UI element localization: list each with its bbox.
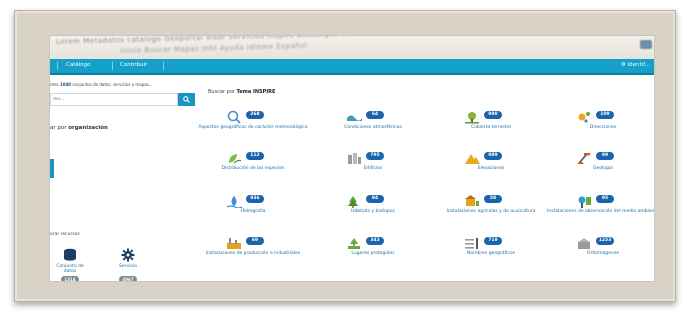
category-label: Edificios xyxy=(363,166,383,171)
category-label: Hidrografía xyxy=(240,209,266,214)
nav-separator xyxy=(57,62,58,70)
category-count-badge: 1253 xyxy=(596,237,614,245)
resource-count-badge: 1314 xyxy=(61,276,79,281)
category-label: Instalaciones agrícolas y de acuicultura xyxy=(446,209,536,214)
atmospheric-conditions-icon xyxy=(345,109,363,123)
resource-count-badge: 4967 xyxy=(119,276,137,281)
inspire-category[interactable]: 112 Distribución de las especies xyxy=(193,150,313,190)
count-prefix: ntes xyxy=(50,82,60,87)
nav-item-catalogo[interactable]: Catálogo xyxy=(66,62,91,68)
agricultural-facilities-icon xyxy=(463,193,481,207)
habitats-icon xyxy=(345,193,363,208)
category-label: Ortoimágenes xyxy=(587,251,619,256)
resources-heading: orar recursos xyxy=(50,232,80,237)
category-label: Instalaciones de producción e industrial… xyxy=(205,251,301,256)
heading-prefix: Buscar por xyxy=(208,89,237,95)
category-label: Distribución de las especies xyxy=(221,166,285,171)
category-count-badge: 989 xyxy=(484,152,502,160)
header-badge xyxy=(640,40,652,49)
organization-tab[interactable] xyxy=(50,159,54,178)
inspire-category[interactable]: 64 Condiciones atmosféricas xyxy=(313,109,433,149)
count-value: 1040 xyxy=(59,82,72,87)
resource-dataset[interactable]: Conjunto de datos 1314 xyxy=(50,248,90,281)
category-label: Hábitats y biotopos xyxy=(351,209,395,214)
category-count-badge: 268 xyxy=(246,111,264,119)
inspire-category[interactable]: 95 Instalaciones de observación del medio… xyxy=(543,193,654,233)
search-input[interactable] xyxy=(50,93,178,106)
database-icon xyxy=(64,248,76,261)
category-count-badge: 795 xyxy=(366,152,384,160)
resource-label-2: datos xyxy=(63,269,77,274)
inspire-category[interactable]: 719 Nombres geográficos xyxy=(431,235,551,275)
resource-label: Servicio xyxy=(119,264,137,269)
inspire-category[interactable]: 998 Cubierta terrestre xyxy=(431,109,551,149)
hydrography-icon xyxy=(225,193,243,209)
resource-service[interactable]: Servicio 4967 xyxy=(110,248,146,281)
category-count-badge: 936 xyxy=(246,195,264,203)
category-count-badge: 719 xyxy=(484,237,502,245)
nav-separator xyxy=(163,62,164,70)
orthoimagery-icon xyxy=(575,235,593,249)
buildings-icon xyxy=(345,150,363,164)
inspire-category[interactable]: 343 Lugares protegidos xyxy=(313,235,433,275)
gear-icon xyxy=(121,248,135,262)
elevation-icon xyxy=(463,150,481,164)
species-distribution-icon xyxy=(225,150,243,164)
inspire-category[interactable]: 795 Edificios xyxy=(313,150,433,190)
org-prefix: ar por xyxy=(50,125,69,131)
category-label: Direcciones xyxy=(589,125,617,130)
left-column: ntes 1040 conjuntos de datos, servicios … xyxy=(50,73,198,281)
category-count-badge: 58 xyxy=(484,195,502,203)
category-count-badge: 99 xyxy=(596,152,614,160)
category-label: Nombres geográficos xyxy=(467,251,515,256)
nav-item-contribuir[interactable]: Contribuir xyxy=(120,62,147,68)
addresses-icon xyxy=(575,109,593,123)
category-count-badge: 94 xyxy=(366,195,384,203)
inspire-category[interactable]: 989 Elevaciones xyxy=(431,150,551,190)
browser-header-blurred: Lorem Metadatos catalogo Geoportal Visor… xyxy=(50,36,654,59)
land-cover-icon xyxy=(463,109,481,124)
catalog-page: Lorem Metadatos catalogo Geoportal Visor… xyxy=(50,36,654,281)
category-label: Aspectos geográficos de carácter meteoro… xyxy=(198,125,308,130)
count-suffix: conjuntos de datos, servicios y mapas... xyxy=(71,82,153,87)
catalog-count-text: ntes 1040 conjuntos de datos, servicios … xyxy=(50,82,153,87)
inspire-heading: Buscar por Tema INSPIRE xyxy=(208,89,275,95)
category-count-badge: 112 xyxy=(246,152,264,160)
category-label: Geología xyxy=(593,166,613,171)
search-button[interactable] xyxy=(178,93,195,106)
nav-identify[interactable]: ⚙ Identif... xyxy=(621,62,650,68)
category-label: Lugares protegidos xyxy=(351,251,395,256)
production-facilities-icon xyxy=(225,235,243,249)
inspire-category[interactable]: 109 Direcciones xyxy=(543,109,654,149)
category-count-badge: 95 xyxy=(596,195,614,203)
category-count-badge: 64 xyxy=(366,111,384,119)
organization-heading: ar por organización xyxy=(50,125,108,131)
inspire-category[interactable]: 94 Hábitats y biotopos xyxy=(313,193,433,233)
category-label: Elevaciones xyxy=(477,166,505,171)
category-label: Cubierta terrestre xyxy=(470,125,512,130)
search-icon xyxy=(183,96,190,103)
nav-separator xyxy=(112,62,113,70)
heading-bold: Tema INSPIRE xyxy=(236,89,276,95)
category-label: Condiciones atmosféricas xyxy=(344,125,402,130)
category-count-badge: 998 xyxy=(484,111,502,119)
inspire-category[interactable]: 69 Instalaciones de producción e industri… xyxy=(193,235,313,275)
category-count-badge: 109 xyxy=(596,111,614,119)
inspire-category[interactable]: 936 Hidrografía xyxy=(193,193,313,233)
geology-icon xyxy=(575,150,593,164)
inspire-category[interactable]: 268 Aspectos geográficos de carácter mete… xyxy=(193,109,313,149)
inspire-category[interactable]: 1253 Ortoimágenes xyxy=(543,235,654,275)
org-bold: organización xyxy=(68,125,108,131)
geographic-names-icon xyxy=(463,235,481,249)
inspire-category[interactable]: 58 Instalaciones agrícolas y de acuicultu… xyxy=(431,193,551,233)
category-label: Instalaciones de observación del medio a… xyxy=(547,209,654,214)
category-count-badge: 69 xyxy=(246,237,264,245)
geographic-aspects-icon xyxy=(225,109,243,124)
inspire-category[interactable]: 99 Geología xyxy=(543,150,654,190)
protected-sites-icon xyxy=(345,235,363,249)
category-count-badge: 343 xyxy=(366,237,384,245)
observation-facilities-icon xyxy=(575,193,593,208)
